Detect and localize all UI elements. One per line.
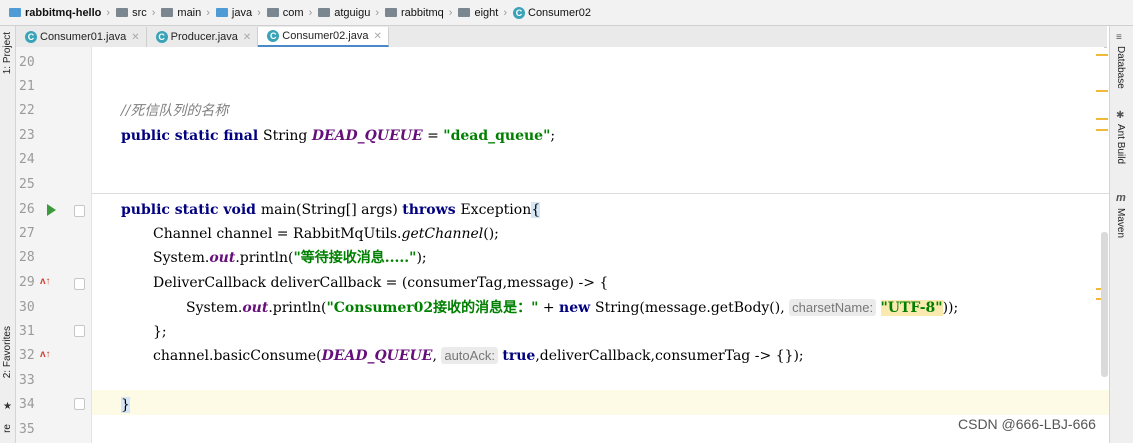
breadcrumb-item-main[interactable]: main › [155, 7, 210, 19]
maven-tool-button[interactable]: Maven [1115, 208, 1126, 238]
favorites-tool-button[interactable]: 2: Favorites [2, 326, 13, 378]
database-icon: ≡ [1116, 32, 1122, 43]
class-icon: C [155, 31, 168, 43]
fold-icon[interactable] [74, 278, 85, 290]
breadcrumb-item-atguigu[interactable]: atguigu › [312, 7, 379, 19]
class-icon: C [513, 6, 525, 19]
package-icon [318, 8, 331, 17]
code-line-30: System.out.println("Consumer02接收的消息是：" +… [186, 299, 959, 316]
code-line-34: } [121, 397, 130, 413]
tab-consumer01[interactable]: C Consumer01.java ✕ [16, 27, 147, 47]
fold-icon[interactable] [74, 325, 85, 337]
code-line-28: System.out.println("等待接收消息....."); [153, 250, 427, 266]
breadcrumb-item-src[interactable]: src › [110, 7, 155, 19]
close-icon[interactable]: ✕ [373, 31, 381, 42]
folder-icon [116, 8, 129, 17]
module-icon [9, 8, 21, 17]
package-icon [266, 8, 279, 17]
code-line-26: public static void main(String[] args) t… [121, 202, 541, 218]
line-number: 21 [19, 79, 35, 94]
error-stripe-marker[interactable] [1096, 129, 1108, 131]
code-line-23: public static final String DEAD_QUEUE = … [121, 128, 556, 144]
line-number: 31 [19, 324, 35, 339]
project-tool-button[interactable]: 1: Project [2, 32, 13, 74]
structure-tool-button[interactable]: re [2, 424, 13, 433]
line-number: 20 [19, 55, 35, 70]
code-line-22: //死信队列的名称 [121, 103, 229, 119]
line-number: 22 [19, 103, 35, 118]
code-line-31: }; [153, 324, 167, 340]
fold-icon[interactable] [74, 205, 85, 217]
parameter-hint: autoAck: [441, 347, 498, 364]
class-icon: C [267, 30, 280, 42]
line-number: 34 [19, 397, 35, 412]
watermark: CSDN @666-LBJ-666 [958, 416, 1096, 432]
right-tool-strip: ≡ Database ✱ Ant Build m Maven [1109, 26, 1133, 443]
left-tool-strip: 1: Project 2: Favorites ★ re [0, 26, 16, 443]
error-stripe-marker[interactable] [1096, 118, 1108, 120]
class-icon: C [25, 31, 37, 43]
package-icon [385, 8, 397, 17]
caret-line-highlight [92, 390, 1109, 415]
line-number: 33 [19, 373, 35, 388]
code-line-29: DeliverCallback deliverCallback = (consu… [153, 275, 609, 291]
maven-icon: m [1116, 192, 1126, 204]
line-number: 30 [19, 300, 35, 315]
database-tool-button[interactable]: Database [1115, 46, 1126, 89]
error-stripe-marker[interactable] [1096, 90, 1108, 92]
close-icon[interactable]: ✕ [243, 32, 251, 43]
source-folder-icon [215, 8, 228, 17]
package-icon [458, 8, 471, 17]
breadcrumb-item-rabbitmq[interactable]: rabbitmq › [379, 7, 452, 19]
run-icon[interactable] [47, 204, 56, 216]
vertical-scrollbar[interactable] [1101, 232, 1108, 377]
implements-icon[interactable]: ᴧ↑ [40, 349, 51, 360]
breadcrumb-item-java[interactable]: java › [210, 7, 261, 19]
line-number: 35 [19, 422, 35, 437]
parameter-hint: charsetName: [789, 299, 877, 316]
line-number: 23 [19, 128, 35, 143]
tab-producer[interactable]: C Producer.java ✕ [147, 27, 259, 47]
error-stripe-marker[interactable] [1096, 54, 1108, 56]
line-number: 25 [19, 177, 35, 192]
line-number: 27 [19, 226, 35, 241]
fold-icon[interactable] [74, 398, 85, 410]
code-line-32: channel.basicConsume(DEAD_QUEUE, autoAck… [153, 347, 804, 364]
editor-tabs: C Consumer01.java ✕ C Producer.java ✕ C Consu… [16, 26, 1107, 48]
ant-build-tool-button[interactable]: Ant Build [1115, 124, 1126, 164]
line-number: 24 [19, 152, 35, 167]
line-number: 28 [19, 250, 35, 265]
folder-icon [161, 8, 174, 17]
implements-icon[interactable]: ᴧ↑ [40, 276, 51, 287]
ant-icon: ✱ [1116, 110, 1125, 121]
tab-consumer02[interactable]: C Consumer02.java ✕ [258, 27, 389, 47]
code-line-27: Channel channel = RabbitMqUtils.getChann… [153, 226, 499, 242]
star-icon: ★ [3, 401, 12, 412]
breadcrumb-item-com[interactable]: com › [261, 7, 312, 19]
line-number: 26 [19, 202, 35, 217]
close-icon[interactable]: ✕ [131, 32, 139, 43]
breadcrumb-item-class[interactable]: C Consumer02 [507, 6, 591, 19]
breadcrumb-item-eight[interactable]: eight › [452, 7, 507, 19]
breadcrumb-item-project[interactable]: rabbitmq-hello › [3, 7, 110, 19]
method-separator [92, 193, 1109, 194]
breadcrumb: rabbitmq-hello › src › main › java › com › at… [0, 0, 1133, 26]
